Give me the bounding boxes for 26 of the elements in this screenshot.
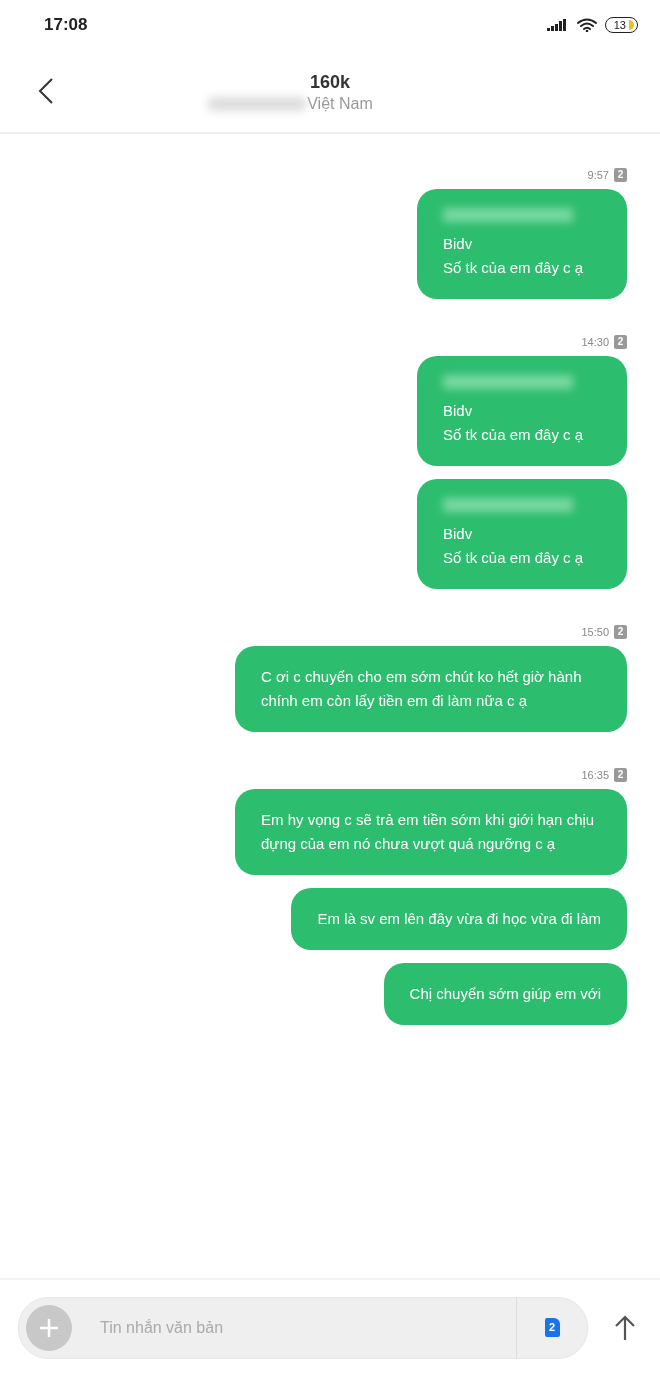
message-time: 9:57 (587, 169, 609, 181)
battery-level: 13 (613, 18, 626, 32)
sim-badge: 2 (614, 168, 627, 182)
message-field[interactable]: Tin nhắn văn bản 2 (18, 1296, 588, 1359)
clock-time: 17:08 (44, 15, 88, 35)
message-time: 14:30 (581, 336, 609, 348)
message-text: Bidv Số tk của em đây c ạ (443, 401, 585, 445)
back-icon[interactable] (38, 77, 54, 105)
plus-icon (39, 1317, 59, 1338)
sim-badge: 2 (614, 768, 627, 782)
message-time: 15:50 (581, 626, 609, 638)
up-arrow-icon (614, 1314, 636, 1341)
contact-detail: Việt Nam (307, 95, 373, 113)
message-text: Em hy vọng c sẽ trả em tiền sớm khi giới hạn chịu đựng của em nó chưa vượt quá ngưỡng c ạ (261, 810, 596, 854)
message-text: Em là sv em lên đây vừa đi học vừa đi làm (317, 909, 601, 929)
sim-card-button[interactable]: 2 (544, 1318, 560, 1337)
signal-icon (546, 19, 569, 31)
wifi-icon (576, 18, 597, 32)
message-text: Bidv Số tk của em đây c ạ (443, 524, 585, 568)
message-text: Chị chuyển sớm giúp em với (409, 984, 601, 1004)
sim-badge: 2 (614, 625, 627, 639)
sim-badge: 2 (614, 335, 627, 349)
message-time: 16:35 (581, 769, 609, 781)
contact-name: 160k (309, 72, 350, 93)
message-text: C ơi c chuyển cho em sớm chút ko hết giờ hành chính em còn lấy tiền em đi làm nữa c ạ (261, 667, 583, 711)
message-text: Bidv Số tk của em đây c ạ (443, 234, 585, 278)
